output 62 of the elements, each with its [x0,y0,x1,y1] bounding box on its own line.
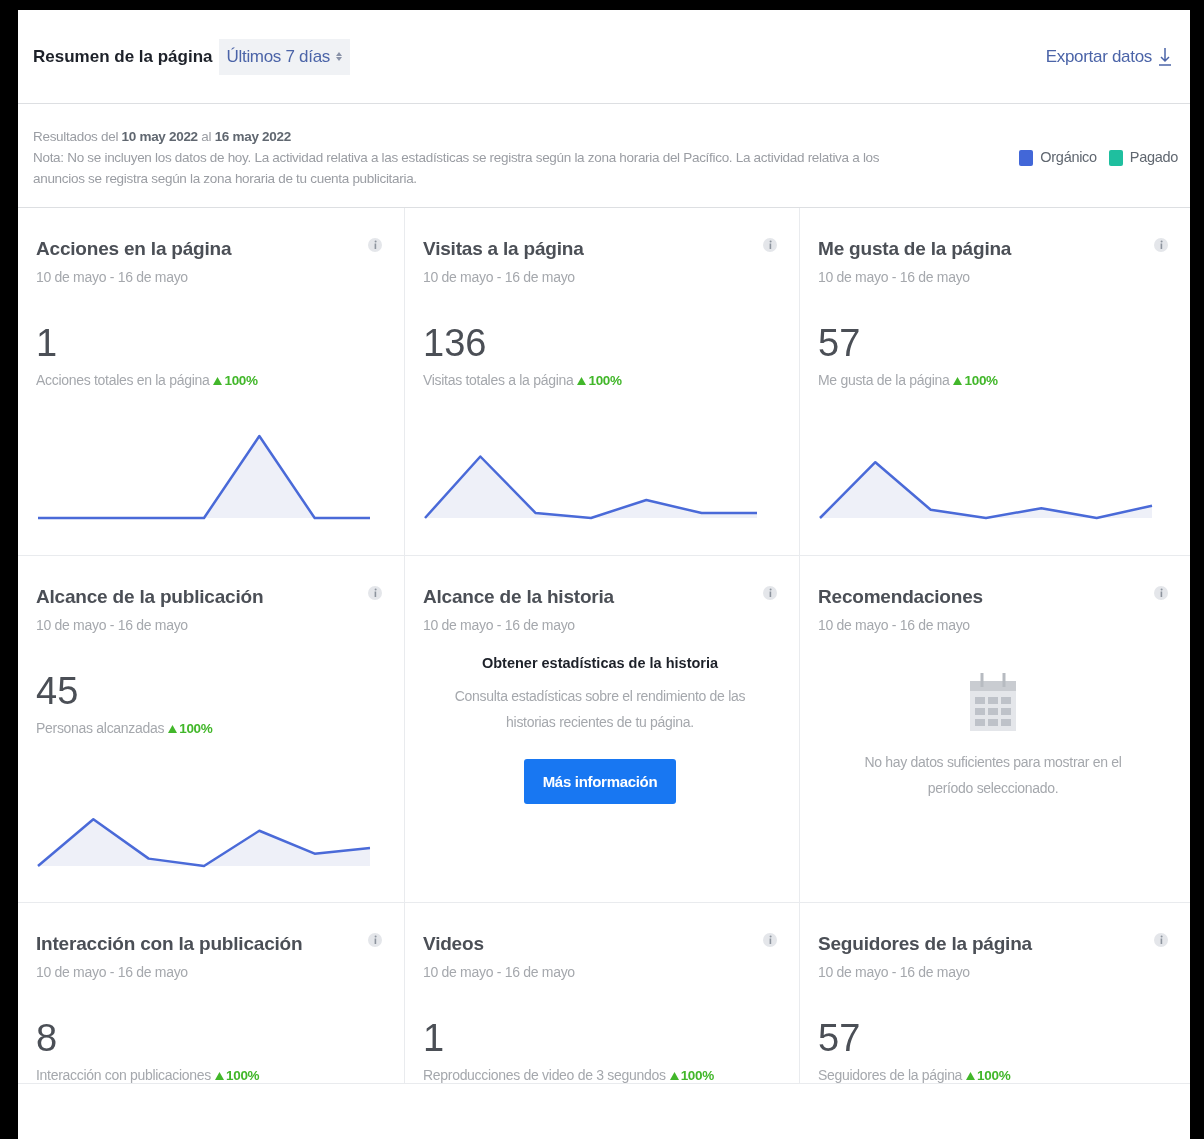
metric-caption: Visitas totales a la página 100% [423,372,623,388]
info-icon[interactable] [368,933,382,947]
metric-caption: Seguidores de la página 100% [818,1067,1012,1083]
card-title: Acciones en la página [36,238,232,260]
info-icon[interactable] [763,933,777,947]
legend-label: Orgánico [1040,148,1097,167]
date-range: 10 de mayo - 16 de mayo [818,964,971,980]
info-icon[interactable] [763,586,777,600]
legend-label: Pagado [1129,148,1178,167]
card-title: Alcance de la historia [423,586,614,608]
metric-value: 1 [36,323,59,363]
promo-text: Consulta estadísticas sobre el rendimiento de las historias recientes de tu página. [453,687,747,732]
date-range: 10 de mayo - 16 de mayo [423,269,576,285]
info-icon[interactable] [763,238,777,252]
date-range: 10 de mayo - 16 de mayo [36,617,189,633]
page-summary-title: Resumen de la página [33,46,213,67]
promo-heading: Obtener estadísticas de la historia [481,655,719,671]
date-range-dropdown[interactable]: Últimos 7 días [218,38,350,75]
metric-value: 1 [423,1018,446,1058]
up-triangle-icon [213,377,223,385]
up-triangle-icon [966,1072,976,1080]
info-icon[interactable] [368,586,382,600]
card-title: Alcance de la publicación [36,586,264,608]
info-icon[interactable] [1154,586,1168,600]
up-triangle-icon [953,377,963,385]
up-triangle-icon [214,1072,224,1080]
date-range: 10 de mayo - 16 de mayo [36,964,189,980]
results-date-range: Resultados del 10 may 2022 al 16 may 2022 [33,128,292,146]
card-title: Interacción con la publicación [36,933,303,955]
more-info-button[interactable]: Más información [523,759,677,804]
up-triangle-icon [168,725,178,733]
export-data-link[interactable]: Exportar datos [1045,46,1172,67]
metric-value: 45 [36,671,80,711]
info-icon[interactable] [1154,933,1168,947]
metric-value: 8 [36,1018,59,1058]
card-title: Recomendaciones [818,586,983,608]
date-range: 10 de mayo - 16 de mayo [423,617,576,633]
info-icon[interactable] [368,238,382,252]
time-zone-note: Nota: No se incluyen los datos de hoy. La actividad relativa a las estadísticas se registra según la zona horaria del Pacífico. La actividad relativa a los anuncios se registra según la zona horaria de tu cuenta publicitaria. [33,149,881,188]
date-range: 10 de mayo - 16 de mayo [423,964,576,980]
no-data-message: No hay datos suficientes para mostrar en el período seleccionado. [863,753,1123,798]
metric-caption: Personas alcanzadas 100% [36,720,214,736]
download-icon [1158,46,1172,67]
metric-caption: Reproducciones de video de 3 segundos 100% [423,1067,715,1083]
metric-value: 136 [423,323,488,363]
up-triangle-icon [669,1072,679,1080]
info-icon[interactable] [1154,238,1168,252]
sort-caret-icon [336,52,342,61]
up-triangle-icon [577,377,587,385]
card-title: Seguidores de la página [818,933,1032,955]
metric-value: 57 [818,323,862,363]
card-title: Me gusta de la página [818,238,1012,260]
date-range: 10 de mayo - 16 de mayo [36,269,189,285]
metric-value: 57 [818,1018,862,1058]
card-title: Videos [423,933,484,955]
metric-caption: Interacción con publicaciones 100% [36,1067,261,1083]
calendar-icon [970,673,1016,731]
metric-caption: Me gusta de la página 100% [818,372,999,388]
date-range: 10 de mayo - 16 de mayo [818,617,971,633]
date-range: 10 de mayo - 16 de mayo [818,269,971,285]
card-title: Visitas a la página [423,238,584,260]
metric-caption: Acciones totales en la página 100% [36,372,259,388]
